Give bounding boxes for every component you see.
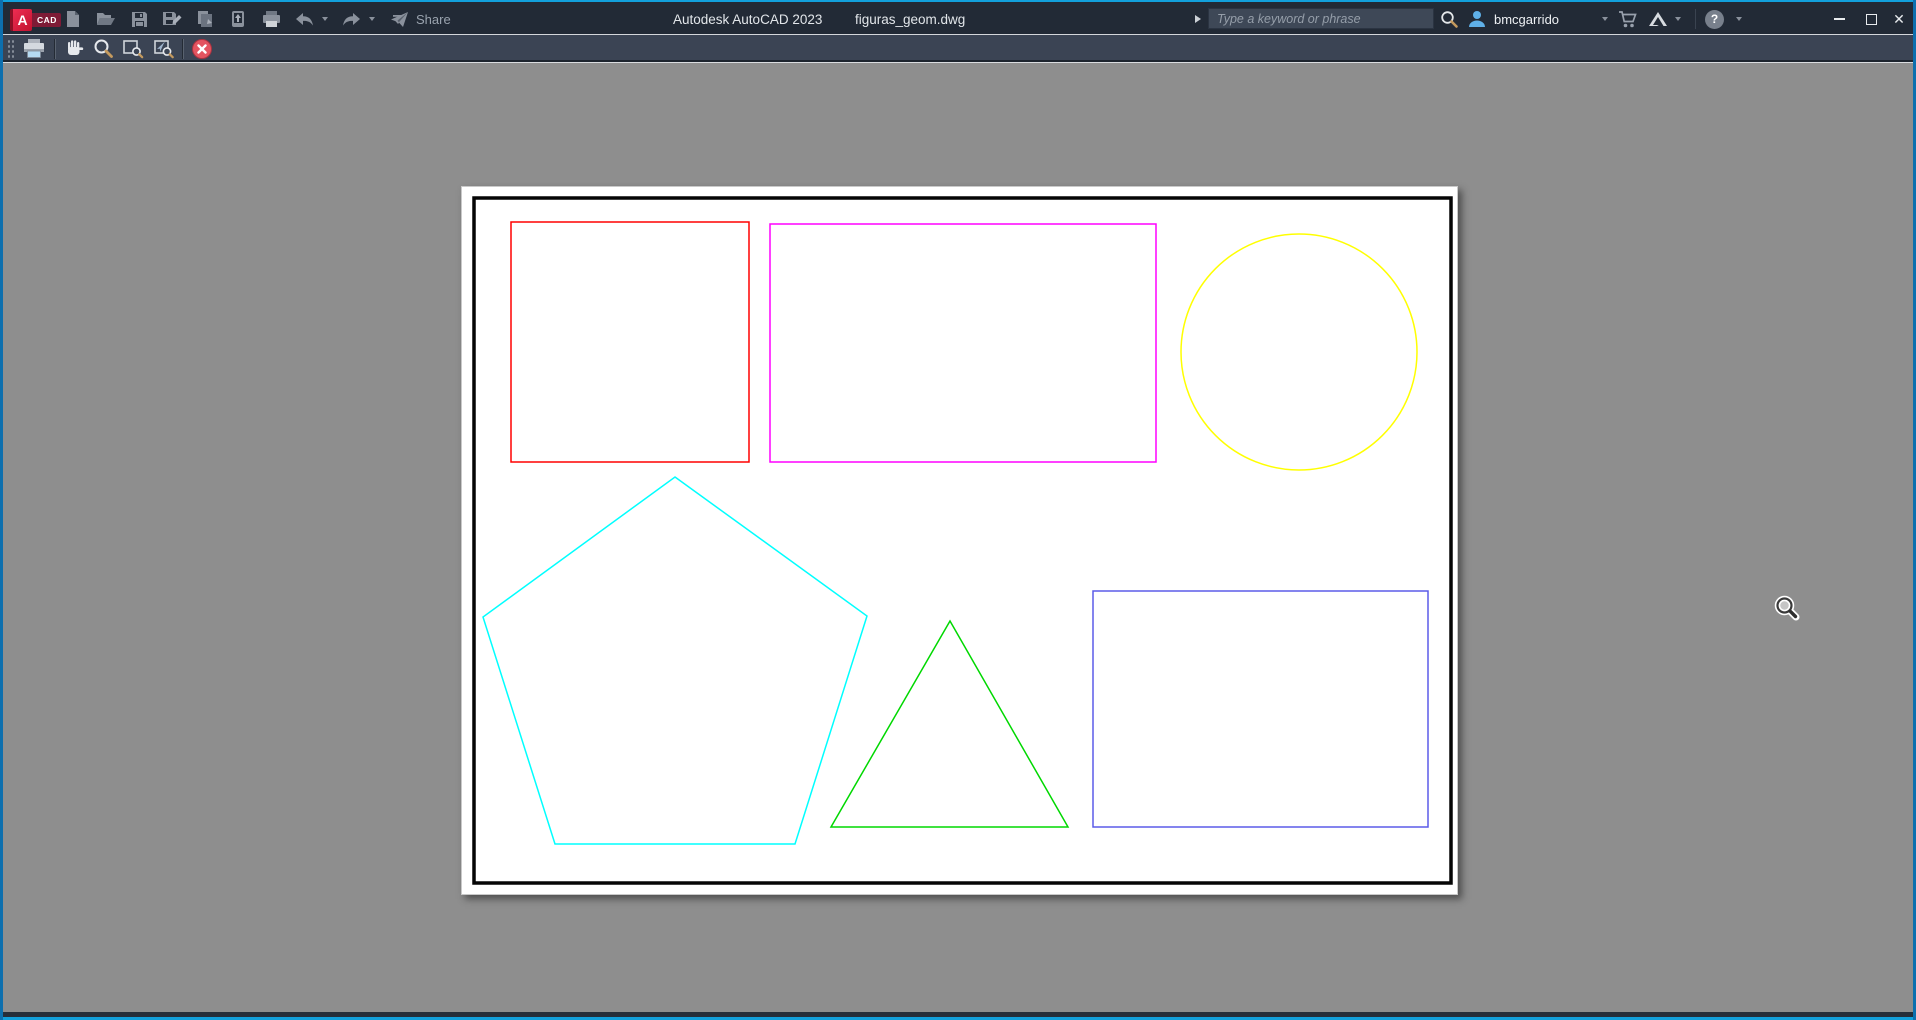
magenta-rectangle xyxy=(769,223,1157,463)
autocad-window: A CAD Share Autodesk AutoCAD 2023 figura… xyxy=(0,0,1916,1020)
pan-button[interactable] xyxy=(64,37,85,61)
zoom-cursor-icon xyxy=(1773,594,1801,627)
plot-printer-icon xyxy=(24,39,44,58)
user-dropdown-caret[interactable] xyxy=(1602,17,1608,21)
plot-button[interactable] xyxy=(22,37,46,61)
toolbar-grip-handle[interactable] xyxy=(7,38,15,59)
pan-hand-icon xyxy=(68,40,84,55)
yellow-circle xyxy=(1180,233,1418,471)
autocad-logo-icon[interactable]: A xyxy=(10,9,32,31)
save-as-icon[interactable] xyxy=(162,9,182,29)
title-bar: A CAD Share Autodesk AutoCAD 2023 figura… xyxy=(3,0,1913,34)
share-plane-icon xyxy=(389,9,409,29)
plot-preview-toolbar xyxy=(3,34,1913,62)
zoom-window-button[interactable] xyxy=(122,37,144,61)
maximize-icon xyxy=(1865,13,1877,25)
minimize-icon xyxy=(1833,18,1845,20)
titlebar-separator xyxy=(1695,9,1696,29)
sheets-icon[interactable] xyxy=(195,9,215,29)
save-web-mobile-icon[interactable] xyxy=(228,9,248,29)
help-icon: ? xyxy=(1705,9,1724,29)
search-expand-arrow-icon[interactable] xyxy=(1195,15,1201,23)
autodesk-account-icon[interactable] xyxy=(1647,2,1669,36)
window-bottom-border xyxy=(3,1012,1913,1020)
cyan-pentagon xyxy=(482,476,868,845)
username-label[interactable]: bmcgarrido xyxy=(1494,2,1559,36)
plot-preview-canvas[interactable] xyxy=(3,63,1913,1012)
cart-icon[interactable] xyxy=(1618,2,1638,36)
toolbar-separator xyxy=(182,38,184,59)
toolbar-separator xyxy=(54,38,56,59)
drawing-border-frame xyxy=(472,196,1453,885)
autodesk-dropdown-caret[interactable] xyxy=(1675,17,1681,21)
redo-dropdown-caret[interactable] xyxy=(369,17,375,21)
document-title: figuras_geom.dwg xyxy=(855,11,966,27)
help-button[interactable]: ? xyxy=(1705,2,1724,36)
search-button[interactable] xyxy=(1440,2,1459,36)
blue-rectangle xyxy=(1092,590,1429,828)
minimize-button[interactable] xyxy=(1829,2,1849,36)
redo-icon[interactable] xyxy=(341,9,361,29)
undo-icon[interactable] xyxy=(294,9,314,29)
autocad-cad-badge: CAD xyxy=(32,13,61,27)
save-icon[interactable] xyxy=(129,9,149,29)
search-icon xyxy=(1441,10,1458,28)
red-square xyxy=(510,221,750,463)
zoom-button[interactable] xyxy=(93,37,114,61)
undo-dropdown-caret[interactable] xyxy=(322,17,328,21)
help-dropdown-caret[interactable] xyxy=(1736,17,1742,21)
maximize-button[interactable] xyxy=(1861,2,1881,36)
zoom-original-button[interactable] xyxy=(152,37,174,61)
close-preview-button[interactable] xyxy=(192,37,212,61)
app-title: Autodesk AutoCAD 2023 xyxy=(673,11,823,27)
share-label: Share xyxy=(416,11,451,27)
close-button[interactable]: ✕ xyxy=(1887,2,1911,36)
new-file-icon[interactable] xyxy=(63,9,83,29)
green-triangle xyxy=(829,619,1070,828)
close-icon: ✕ xyxy=(1893,10,1905,27)
close-preview-icon xyxy=(192,38,212,59)
zoom-window-icon xyxy=(123,40,144,59)
zoom-icon xyxy=(94,39,113,58)
paper-sheet xyxy=(461,186,1458,895)
paper-shapes xyxy=(472,196,1453,885)
share-button[interactable]: Share xyxy=(389,2,451,36)
open-file-icon[interactable] xyxy=(96,9,116,29)
search-input[interactable] xyxy=(1208,8,1434,29)
quick-access-toolbar xyxy=(63,2,408,36)
plot-icon[interactable] xyxy=(261,9,281,29)
user-avatar-icon[interactable] xyxy=(1467,2,1487,36)
zoom-original-icon xyxy=(154,40,174,59)
